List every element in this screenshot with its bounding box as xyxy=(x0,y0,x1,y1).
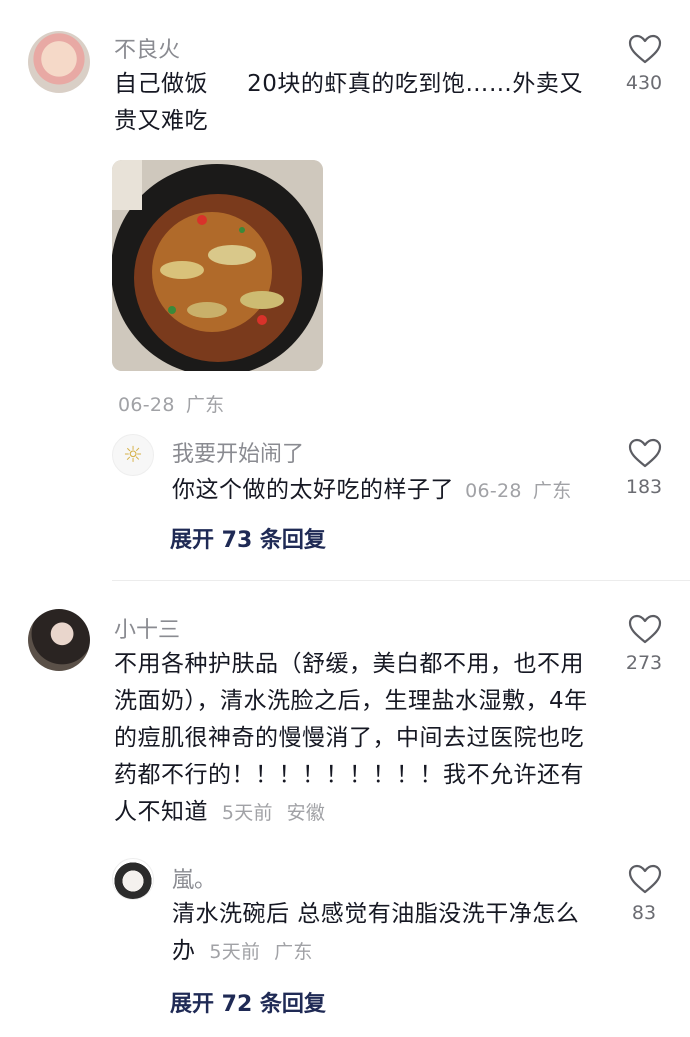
comment-date: 5天前 xyxy=(221,802,273,824)
comment-text: 自己做饭 20块的虾真的吃到饱……外卖又贵又难吃 xyxy=(114,71,583,134)
comment-body: 不用各种护肤品（舒缓，美白都不用，也不用洗面奶），清水洗脸之后，生理盐水湿敷，4… xyxy=(114,646,592,832)
reply-location: 广东 xyxy=(532,480,572,502)
reply-username[interactable]: 我要开始闹了 xyxy=(172,436,304,468)
commenter-avatar[interactable] xyxy=(28,31,90,93)
reply-location: 广东 xyxy=(274,941,313,963)
like-count: 273 xyxy=(625,652,663,674)
heart-icon[interactable] xyxy=(628,614,662,644)
expand-replies-button[interactable]: 展开 73 条回复 xyxy=(170,522,326,554)
reply-date: 5天前 xyxy=(209,941,261,963)
comment-text: 不用各种护肤品（舒缓，美白都不用，也不用洗面奶），清水洗脸之后，生理盐水湿敷，4… xyxy=(114,651,588,825)
reply-date: 06-28 xyxy=(465,480,522,502)
expand-replies-button[interactable]: 展开 72 条回复 xyxy=(170,986,326,1018)
reply-text: 你这个做的太好吃的样子了 xyxy=(172,477,454,503)
commenter-username[interactable]: 不良火 xyxy=(114,32,180,64)
comment-location: 安徽 xyxy=(286,802,326,824)
heart-icon[interactable] xyxy=(628,438,662,468)
heart-icon[interactable] xyxy=(628,864,662,894)
commenter-avatar[interactable] xyxy=(28,609,90,671)
comment-location: 广东 xyxy=(185,394,225,416)
comment-date: 06-28 xyxy=(118,394,175,416)
heart-icon[interactable] xyxy=(628,34,662,64)
commenter-username[interactable]: 小十三 xyxy=(114,612,180,644)
reply-avatar[interactable]: ☼ xyxy=(112,434,154,476)
like-count: 430 xyxy=(625,72,663,94)
clay-pot-dish-image xyxy=(112,160,323,371)
comment-image[interactable] xyxy=(112,160,323,371)
reply-username[interactable]: 嵐。 xyxy=(172,862,216,894)
sun-icon: ☼ xyxy=(123,442,143,468)
reply-body: 清水洗碗后 总感觉有油脂没洗干净怎么办 5天前 广东 xyxy=(172,896,592,971)
reply-avatar[interactable] xyxy=(112,858,154,900)
comment-divider xyxy=(112,580,690,581)
like-count: 183 xyxy=(625,476,663,498)
like-count: 83 xyxy=(631,902,657,924)
